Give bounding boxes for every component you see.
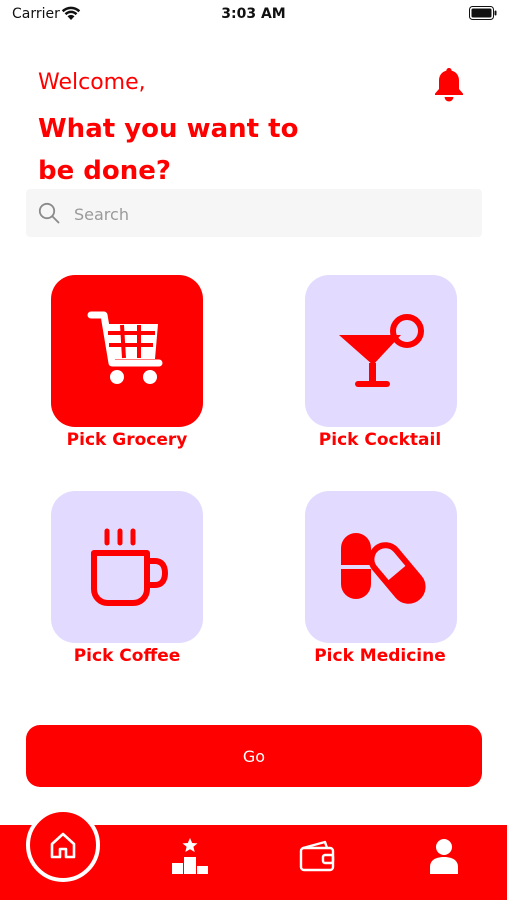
- battery-icon: [469, 6, 497, 20]
- page-title: What you want to be done?: [38, 114, 299, 186]
- go-button[interactable]: Go: [26, 725, 482, 787]
- clock: 3:03 AM: [221, 6, 286, 22]
- pick-medicine-label[interactable]: Pick Medicine: [270, 646, 490, 666]
- nav-home-button[interactable]: [26, 808, 100, 882]
- wallet-icon: [299, 840, 335, 872]
- search-bar[interactable]: [26, 189, 482, 239]
- search-icon: [38, 202, 60, 224]
- coffee-cup-icon: [91, 528, 169, 606]
- welcome-text: Welcome,: [38, 70, 146, 95]
- nav-leaderboard-button[interactable]: [168, 836, 212, 876]
- cocktail-icon: [339, 314, 424, 387]
- leaderboard-icon: [172, 838, 208, 874]
- pick-coffee-tile[interactable]: [51, 491, 203, 643]
- profile-icon: [430, 839, 458, 874]
- shopping-cart-icon: [87, 311, 163, 384]
- home-icon: [50, 832, 76, 859]
- status-bar: Carrier 3:03 AM: [0, 0, 507, 30]
- nav-wallet-button[interactable]: [295, 836, 339, 876]
- pick-grocery-tile[interactable]: [51, 275, 203, 427]
- pick-grocery-label[interactable]: Pick Grocery: [17, 430, 237, 450]
- pills-icon: [341, 533, 426, 604]
- pick-coffee-label[interactable]: Pick Coffee: [17, 646, 237, 666]
- bell-icon[interactable]: [432, 66, 466, 102]
- pick-cocktail-label[interactable]: Pick Cocktail: [270, 430, 490, 450]
- pick-medicine-tile[interactable]: [305, 491, 457, 643]
- search-input[interactable]: [72, 189, 476, 239]
- nav-profile-button[interactable]: [422, 836, 466, 876]
- pick-cocktail-tile[interactable]: [305, 275, 457, 427]
